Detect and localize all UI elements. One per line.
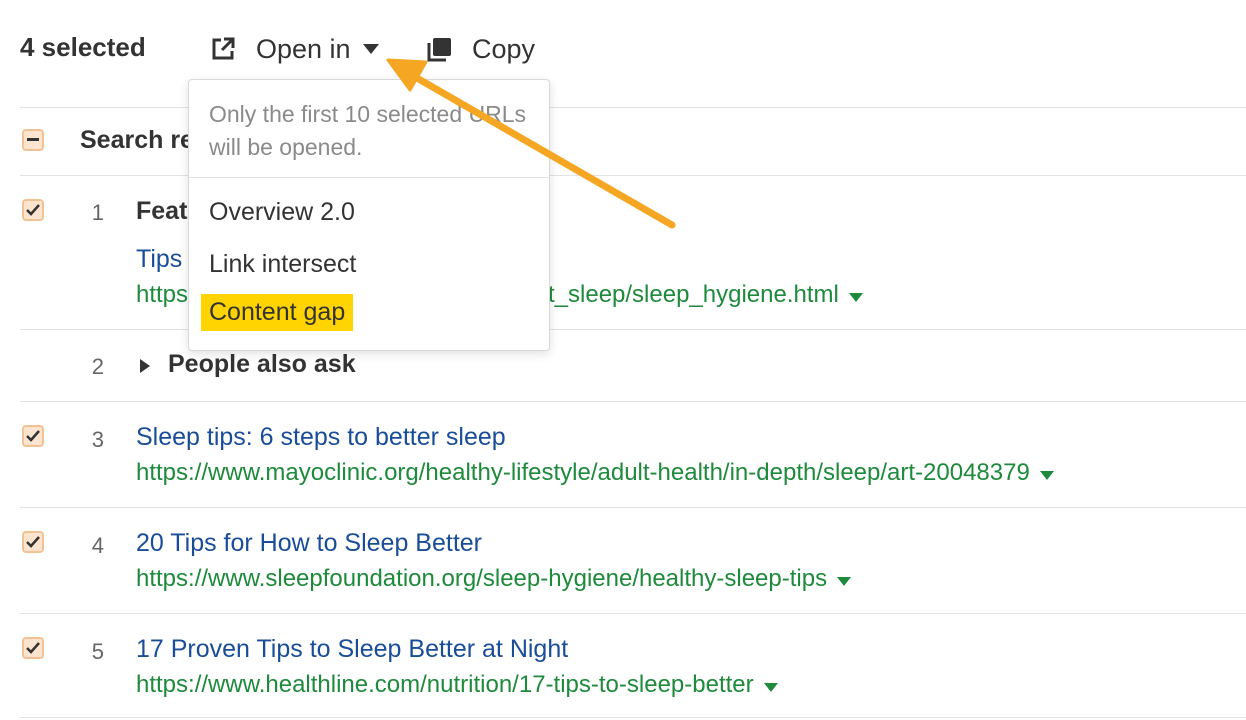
row-url-text: https://www.sleepfoundation.org/sleep-hy… xyxy=(136,565,828,592)
select-all-checkbox[interactable] xyxy=(22,129,44,151)
results-header-label: Search re xyxy=(80,126,194,154)
open-in-label: Open in xyxy=(256,33,351,64)
row-url-text: https://www.mayoclinic.org/healthy-lifes… xyxy=(136,459,1030,486)
row-checkbox[interactable] xyxy=(22,199,44,221)
divider xyxy=(20,717,1246,718)
row-checkbox[interactable] xyxy=(22,425,44,447)
copy-icon xyxy=(426,36,452,62)
selected-count: 4 selected xyxy=(20,32,146,62)
row-number: 1 xyxy=(91,200,104,225)
divider xyxy=(20,613,1246,614)
menu-item-overview[interactable]: Overview 2.0 xyxy=(209,198,355,227)
divider xyxy=(20,401,1246,402)
caret-down-icon[interactable] xyxy=(1039,459,1054,487)
minus-icon xyxy=(27,138,39,142)
row-url[interactable]: https://www.mayoclinic.org/healthy-lifes… xyxy=(136,459,1054,487)
row-number: 4 xyxy=(91,533,104,558)
row-url-prefix-text: https xyxy=(136,281,189,308)
check-icon xyxy=(26,204,40,216)
caret-down-icon[interactable] xyxy=(763,671,778,699)
caret-down-icon[interactable] xyxy=(837,565,852,593)
divider xyxy=(20,507,1246,508)
triangle-right-icon[interactable] xyxy=(140,359,150,378)
row-number: 3 xyxy=(91,427,104,452)
open-in-button[interactable]: Open in xyxy=(210,30,379,68)
row-number: 2 xyxy=(91,354,104,379)
row-url[interactable]: https://www.healthline.com/nutrition/17-… xyxy=(136,671,778,699)
row-number: 5 xyxy=(91,639,104,664)
copy-button[interactable]: Copy xyxy=(426,30,535,68)
row-checkbox[interactable] xyxy=(22,637,44,659)
row-url[interactable]: t_sleep/sleep_hygiene.html xyxy=(548,281,863,309)
dropdown-divider xyxy=(189,177,549,178)
check-icon xyxy=(26,430,40,442)
row-subtitle-link[interactable]: Tips xyxy=(136,245,182,274)
caret-down-icon[interactable] xyxy=(848,281,863,309)
menu-item-link-intersect[interactable]: Link intersect xyxy=(209,250,356,279)
row-title: Feat xyxy=(136,197,188,225)
people-also-ask-toggle[interactable]: People also ask xyxy=(168,350,356,379)
caret-down-icon xyxy=(362,44,379,54)
copy-label: Copy xyxy=(472,33,536,64)
row-title-link[interactable]: 20 Tips for How to Sleep Better xyxy=(136,529,482,558)
row-url-text: t_sleep/sleep_hygiene.html xyxy=(548,281,839,308)
open-in-dropdown: Only the first 10 selected URLs will be … xyxy=(188,79,550,351)
row-checkbox[interactable] xyxy=(22,531,44,553)
check-icon xyxy=(26,536,40,548)
check-icon xyxy=(26,642,40,654)
row-title-link[interactable]: 17 Proven Tips to Sleep Better at Night xyxy=(136,635,568,664)
row-url[interactable]: https://www.sleepfoundation.org/sleep-hy… xyxy=(136,565,852,593)
dropdown-note: Only the first 10 selected URLs will be … xyxy=(209,101,527,160)
row-url-text: https://www.healthline.com/nutrition/17-… xyxy=(136,671,754,698)
external-link-icon xyxy=(210,36,236,62)
row-title-link[interactable]: Sleep tips: 6 steps to better sleep xyxy=(136,423,506,452)
row-url-prefix[interactable]: https xyxy=(136,281,188,309)
menu-item-content-gap[interactable]: Content gap xyxy=(201,294,354,331)
